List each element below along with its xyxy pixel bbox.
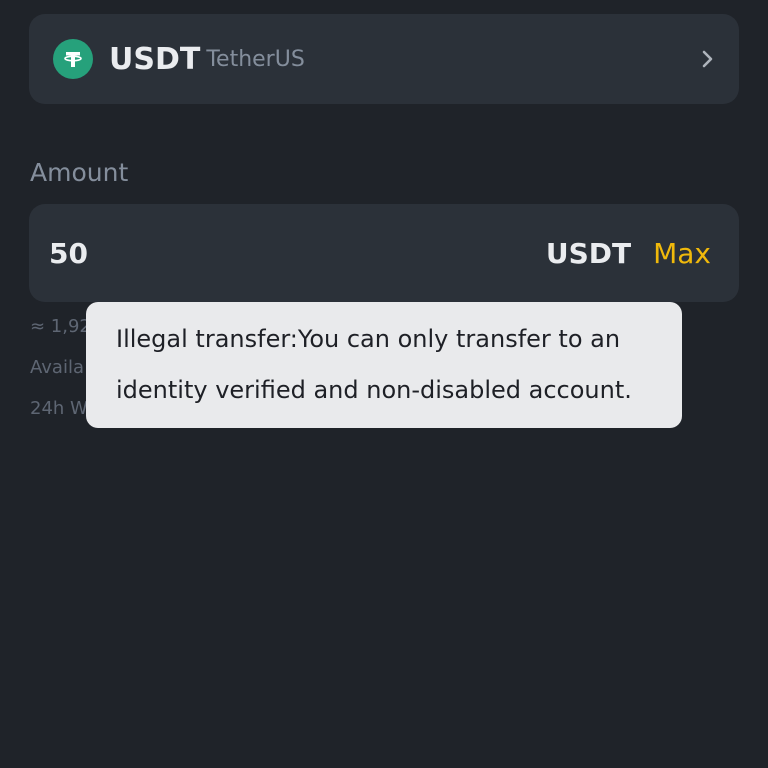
amount-label: Amount bbox=[30, 158, 129, 187]
max-button[interactable]: Max bbox=[653, 237, 711, 270]
amount-unit: USDT bbox=[545, 236, 632, 270]
withdraw-limit: 24h W bbox=[30, 398, 88, 419]
available-balance: Availa bbox=[30, 357, 84, 378]
toast-line-2: identity verified and non-disabled accou… bbox=[116, 376, 632, 404]
estimate-text: ≈ 1,92 bbox=[30, 316, 91, 337]
transfer-page: USDT TetherUS Amount USDT Max ≈ 1,92 Ava… bbox=[0, 0, 768, 768]
toast-line-1: Illegal transfer:You can only transfer t… bbox=[116, 325, 621, 353]
amount-input[interactable] bbox=[49, 236, 546, 270]
chevron-right-icon bbox=[701, 49, 715, 69]
error-toast: Illegal transfer:You can only transfer t… bbox=[86, 302, 682, 428]
coin-symbol: USDT bbox=[109, 41, 201, 77]
tether-icon bbox=[53, 39, 93, 79]
coin-name: TetherUS bbox=[206, 46, 305, 72]
amount-field[interactable]: USDT Max bbox=[29, 204, 739, 302]
coin-selector[interactable]: USDT TetherUS bbox=[29, 14, 739, 104]
